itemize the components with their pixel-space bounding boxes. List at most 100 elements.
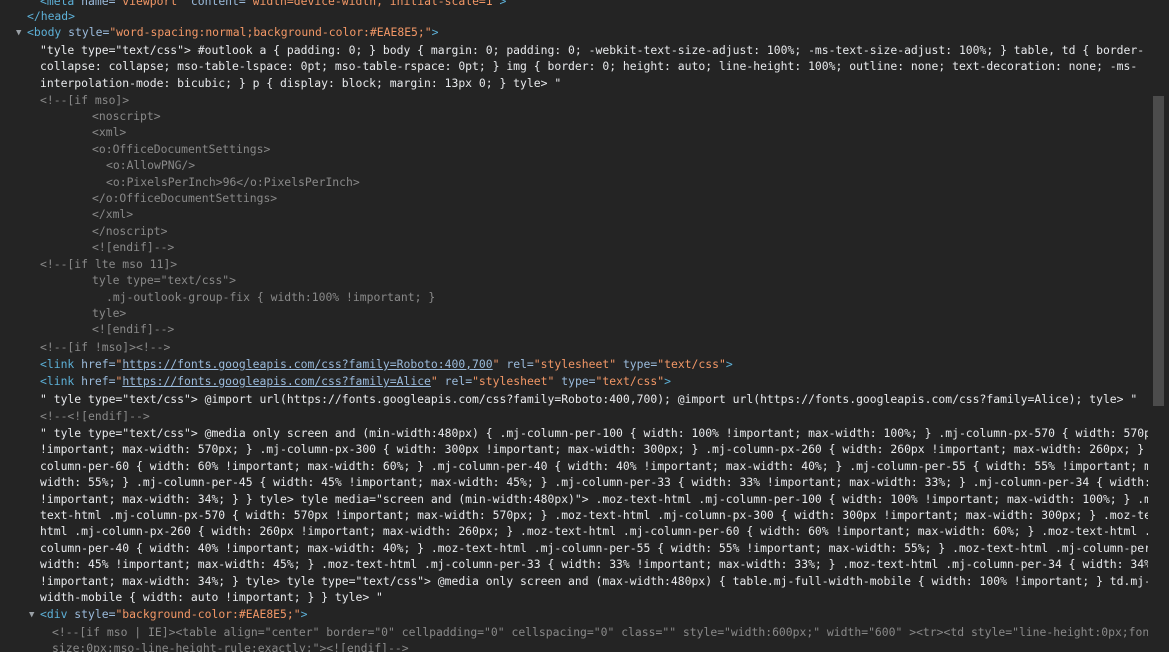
code-line[interactable]: column-per-60 { width: 60% !important; m… [0, 458, 1169, 475]
code-token: </head> [27, 9, 76, 23]
code-line[interactable]: <o:AllowPNG/> [0, 157, 1169, 174]
code-line[interactable]: column-per-40 { width: 40% !important; m… [0, 540, 1169, 557]
code-line[interactable]: tyle> [0, 305, 1169, 322]
code-line[interactable]: </noscript> [0, 223, 1169, 240]
code-token: <![endif]--> [92, 240, 175, 254]
code-token: type= [561, 374, 596, 388]
scrollbar-thumb[interactable] [1153, 96, 1164, 406]
code-line[interactable]: <xml> [0, 124, 1169, 141]
code-line[interactable]: width: 45% !important; max-width: 45%; }… [0, 556, 1169, 573]
code-token: > [499, 0, 507, 8]
code-token: width-mobile { width: auto !important; }… [40, 590, 383, 604]
code-token: <o:OfficeDocumentSettings> [92, 142, 271, 156]
code-token: .mj-outlook-group-fix { width:100% !impo… [106, 290, 436, 304]
code-token: "text/css" [595, 374, 665, 388]
code-line[interactable]: <link href= "https://fonts.googleapis.com… [0, 373, 1169, 390]
code-line[interactable]: <!--[if !mso]><!--> [0, 339, 1169, 356]
code-token: tyle> [92, 306, 127, 320]
code-token: interpolation-mode: bicubic; } p { displ… [40, 76, 562, 90]
code-token: > [725, 357, 733, 371]
code-token[interactable]: https://fonts.googleapis.com/css?family=… [122, 357, 492, 371]
code-line[interactable]: "tyle type="text/css"> #outlook a { padd… [0, 42, 1169, 59]
code-line[interactable]: <!--[if lte mso 11]> [0, 256, 1169, 273]
code-line[interactable]: width-mobile { width: auto !important; }… [0, 589, 1169, 606]
code-line[interactable]: <!--<![endif]--> [0, 408, 1169, 425]
code-line[interactable]: size:0px;mso-line-height-rule:exactly;">… [0, 640, 1169, 652]
code-token: content= [190, 0, 246, 8]
code-token: <!--[if mso | IE]><table align="center" … [52, 625, 1163, 639]
code-token: "stylesheet" [472, 374, 562, 388]
code-token: > [300, 607, 308, 621]
code-token: </xml> [92, 207, 134, 221]
code-token: "background-color:#EAE8E5;" [115, 607, 301, 621]
code-token: <body [27, 25, 69, 39]
code-line[interactable]: <!--[if mso | IE]><table align="center" … [0, 624, 1169, 641]
code-token: rel= [444, 374, 473, 388]
code-token: <![endif]--> [92, 322, 175, 336]
code-token: <link [40, 374, 82, 388]
code-line[interactable]: interpolation-mode: bicubic; } p { displ… [0, 75, 1169, 92]
code-token: "stylesheet" [533, 357, 623, 371]
code-token: " [430, 374, 445, 388]
code-token: "tyle type="text/css"> #outlook a { padd… [40, 43, 1145, 57]
code-line[interactable]: </head> [0, 8, 1169, 25]
code-line[interactable]: </xml> [0, 206, 1169, 223]
code-token: <div [40, 607, 75, 621]
code-token: href= [81, 374, 116, 388]
code-token: collapse: collapse; mso-table-lspace: 0p… [40, 59, 1138, 73]
code-token: width: 45% !important; max-width: 45%; }… [40, 557, 1151, 571]
code-token: > [431, 25, 439, 39]
vertical-scrollbar[interactable] [1148, 0, 1169, 652]
code-line[interactable]: <link href= "https://fonts.googleapis.com… [0, 356, 1169, 373]
code-token: rel= [506, 357, 534, 371]
code-line[interactable]: !important; max-width: 34%; } } tyle> ty… [0, 491, 1169, 508]
code-line[interactable]: ▼ <body style="word-spacing:normal;backgr… [0, 24, 1169, 41]
code-token: href= [81, 357, 116, 371]
code-token: column-per-60 { width: 60% !important; m… [40, 459, 1169, 473]
code-token: "width=device-width, initial-scale=1" [245, 0, 500, 8]
code-token: " tyle type="text/css"> @import url(http… [40, 392, 1138, 406]
code-token: style= [74, 607, 116, 621]
code-token: type= [622, 357, 658, 371]
code-line[interactable]: !important; max-width: 34%; } tyle> tyle… [0, 573, 1169, 590]
code-token: <o:AllowPNG/> [106, 158, 196, 172]
code-line[interactable]: " tyle type="text/css"> @import url(http… [0, 391, 1169, 408]
expand-arrow-icon[interactable]: ▼ [16, 25, 26, 42]
code-line[interactable]: width: 55%; } .mj-column-per-45 { width:… [0, 474, 1169, 491]
devtools-elements-panel: <meta name="viewport" content="width=dev… [0, 0, 1169, 652]
code-token[interactable]: https://fonts.googleapis.com/css?family=… [122, 374, 431, 388]
code-token: "viewport" [115, 0, 191, 8]
code-token: <!--<![endif]--> [40, 409, 150, 423]
code-token: style= [68, 25, 110, 39]
code-line[interactable]: text-html .mj-column-px-570 { width: 570… [0, 507, 1169, 524]
code-line[interactable]: <![endif]--> [0, 321, 1169, 338]
code-line[interactable]: <!--[if mso]> [0, 92, 1169, 109]
code-line[interactable]: ▼ <div style="background-color:#EAE8E5;"> [0, 606, 1169, 623]
code-line[interactable]: <![endif]--> [0, 239, 1169, 256]
code-token: !important; max-width: 34%; } tyle> tyle… [40, 574, 1169, 588]
code-line[interactable]: .mj-outlook-group-fix { width:100% !impo… [0, 289, 1169, 306]
code-line[interactable]: <o:PixelsPerInch>96</o:PixelsPerInch> [0, 174, 1169, 191]
code-token: <!--[if !mso]><!--> [40, 340, 171, 354]
code-token: <o:PixelsPerInch>96</o:PixelsPerInch> [106, 175, 360, 189]
code-line[interactable]: tyle type="text/css"> [0, 272, 1169, 289]
code-line[interactable]: <noscript> [0, 108, 1169, 125]
code-line[interactable]: " tyle type="text/css"> @media only scre… [0, 425, 1169, 442]
code-token: !important; max-width: 34%; } } tyle> ty… [40, 492, 1169, 506]
code-token: html .mj-column-px-260 { width: 260px !i… [40, 524, 1169, 538]
code-line[interactable]: <o:OfficeDocumentSettings> [0, 141, 1169, 158]
code-line[interactable]: !important; max-width: 570px; } .mj-colu… [0, 441, 1169, 458]
code-token: <xml> [92, 125, 127, 139]
code-token: size:0px;mso-line-height-rule:exactly;">… [52, 641, 409, 652]
code-token: !important; max-width: 570px; } .mj-colu… [40, 442, 1169, 456]
code-token: <noscript> [92, 109, 161, 123]
code-token: "word-spacing:normal;background-color:#E… [109, 25, 432, 39]
code-token: </noscript> [92, 224, 168, 238]
code-token: <!--[if mso]> [40, 93, 130, 107]
code-line[interactable]: collapse: collapse; mso-table-lspace: 0p… [0, 58, 1169, 75]
expand-arrow-icon[interactable]: ▼ [29, 607, 39, 624]
code-token: width: 55%; } .mj-column-per-45 { width:… [40, 475, 1169, 489]
code-token: name= [81, 0, 116, 8]
code-line[interactable]: </o:OfficeDocumentSettings> [0, 190, 1169, 207]
code-line[interactable]: html .mj-column-px-260 { width: 260px !i… [0, 523, 1169, 540]
